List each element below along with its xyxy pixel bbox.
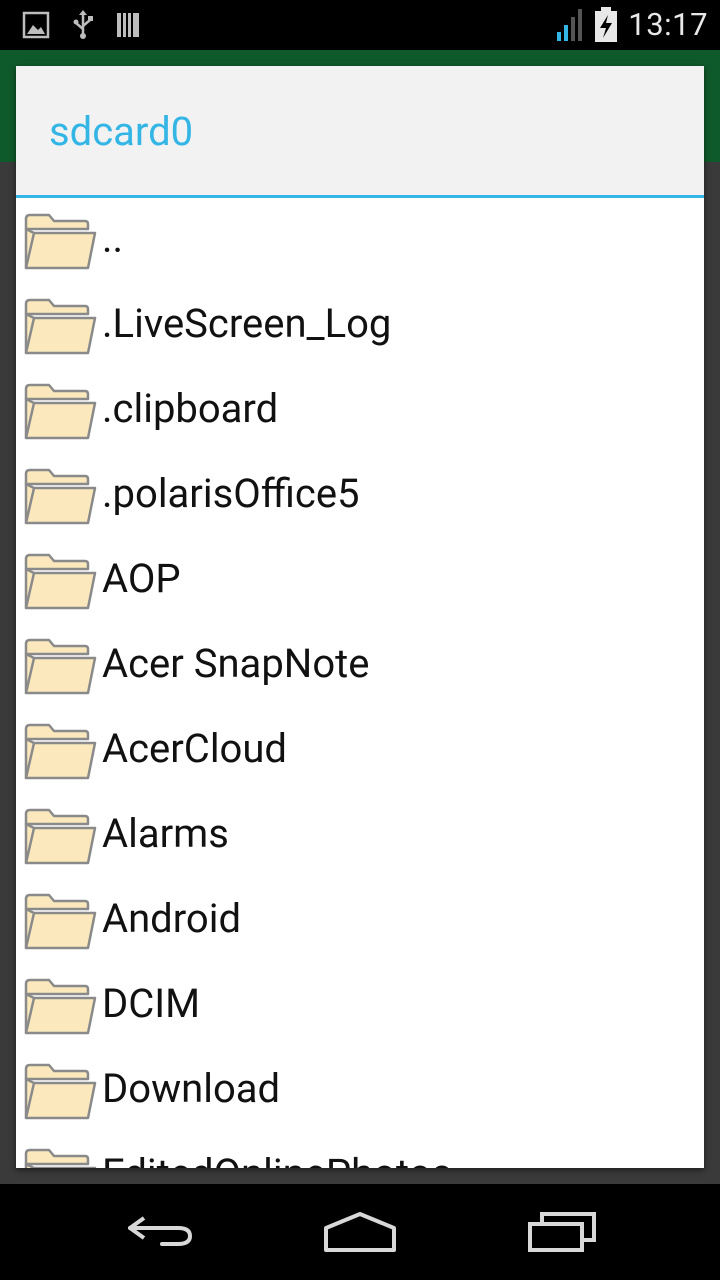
folder-name: .polarisOffice5 — [102, 470, 360, 517]
status-bar: 13:17 — [0, 0, 720, 50]
folder-icon — [23, 296, 97, 358]
folder-name: EditedOnlinePhotos — [102, 1150, 452, 1168]
folder-row[interactable]: Alarms — [16, 793, 704, 878]
folder-icon — [23, 976, 97, 1038]
folder-name: AcerCloud — [102, 725, 287, 772]
folder-name: Download — [102, 1065, 281, 1112]
folder-icon — [23, 721, 97, 783]
back-icon[interactable] — [124, 1210, 196, 1250]
folder-name: Android — [102, 895, 242, 942]
system-icons: 13:17 — [556, 6, 708, 43]
battery-charging-icon — [595, 6, 618, 42]
folder-row[interactable]: Android — [16, 878, 704, 963]
folder-icon — [23, 891, 97, 953]
folder-row[interactable]: .. — [16, 198, 704, 283]
folder-row[interactable]: .clipboard — [16, 368, 704, 453]
folder-name: .. — [102, 215, 124, 262]
folder-row[interactable]: AOP — [16, 538, 704, 623]
notification-icons — [22, 10, 140, 40]
folder-row[interactable]: AcerCloud — [16, 708, 704, 793]
folder-row[interactable]: Acer SnapNote — [16, 623, 704, 708]
dialog-title: sdcard0 — [49, 108, 194, 155]
dialog-header: sdcard0 — [16, 66, 704, 198]
image-icon — [22, 11, 50, 39]
folder-list[interactable]: .. .LiveScreen_Log .clipboard .polarisOffic… — [16, 198, 704, 1168]
folder-picker-dialog: sdcard0 .. .LiveScreen_Log .clipboard .pola… — [16, 66, 704, 1168]
folder-name: Alarms — [102, 810, 229, 857]
folder-name: .clipboard — [102, 385, 279, 432]
folder-icon — [23, 466, 97, 528]
folder-icon — [23, 636, 97, 698]
home-icon[interactable] — [322, 1210, 398, 1254]
folder-icon — [23, 551, 97, 613]
folder-icon — [23, 806, 97, 868]
folder-name: .LiveScreen_Log — [102, 300, 392, 347]
folder-name: Acer SnapNote — [102, 640, 370, 687]
usb-icon — [73, 10, 93, 39]
folder-name: DCIM — [102, 980, 201, 1027]
clock: 13:17 — [628, 6, 708, 43]
recent-apps-icon[interactable] — [526, 1210, 598, 1254]
folder-row[interactable]: .polarisOffice5 — [16, 453, 704, 538]
folder-row[interactable]: .LiveScreen_Log — [16, 283, 704, 368]
sd-card-icon — [117, 13, 139, 37]
folder-icon — [23, 211, 97, 273]
folder-row[interactable]: EditedOnlinePhotos — [16, 1133, 704, 1168]
folder-row[interactable]: Download — [16, 1048, 704, 1133]
folder-name: AOP — [102, 555, 181, 602]
signal-icon — [557, 8, 583, 41]
folder-icon — [23, 1061, 97, 1123]
navigation-bar — [0, 1184, 720, 1280]
folder-row[interactable]: DCIM — [16, 963, 704, 1048]
folder-icon — [23, 1146, 97, 1168]
folder-icon — [23, 381, 97, 443]
